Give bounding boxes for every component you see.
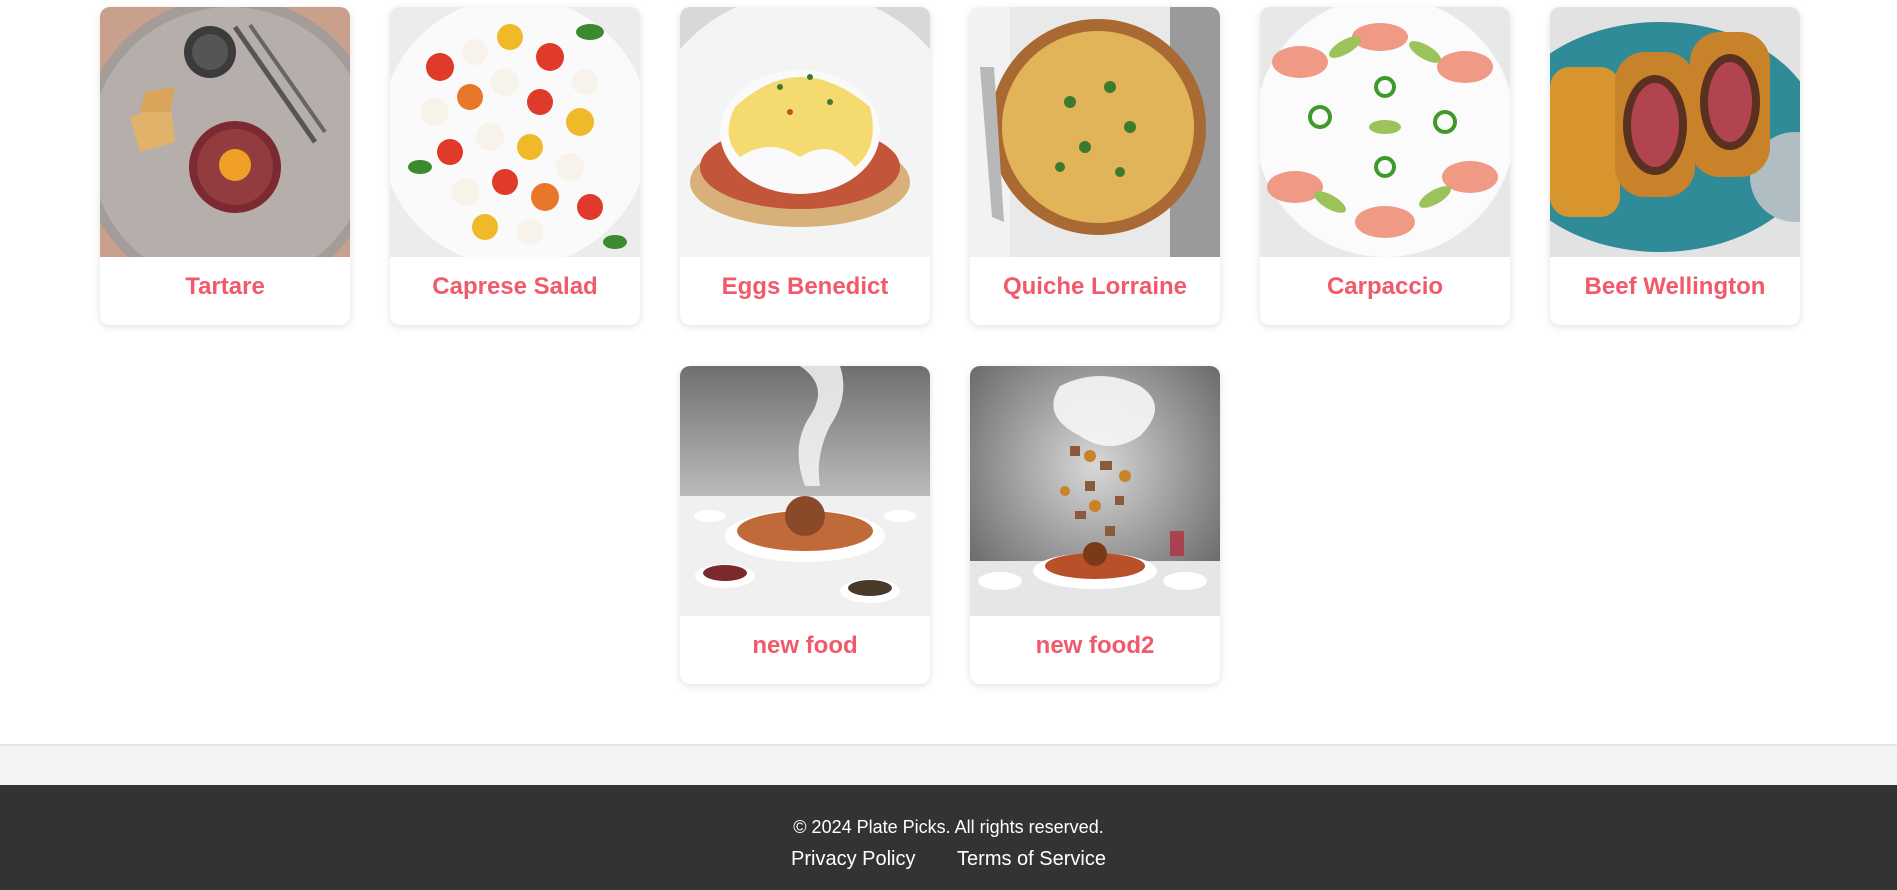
food-card-quiche-lorraine[interactable]: Quiche Lorraine — [970, 7, 1220, 325]
food-card-eggs-benedict[interactable]: Eggs Benedict — [680, 7, 930, 325]
page: Tartare Caprese Salad Eggs Benedict Quic… — [0, 0, 1897, 890]
pre-footer-band — [0, 746, 1897, 785]
food-card-title: Caprese Salad — [432, 273, 598, 300]
food-card-title: Eggs Benedict — [721, 273, 889, 300]
footer-links: Privacy Policy Terms of Service — [0, 847, 1897, 871]
food-card-tartare[interactable]: Tartare — [100, 7, 350, 325]
food-card-title: Quiche Lorraine — [1002, 273, 1188, 300]
food-card-title: new food — [752, 632, 858, 659]
food-card-title: Tartare — [185, 273, 265, 300]
food-card-caprese-salad[interactable]: Caprese Salad — [390, 7, 640, 325]
new-food-image — [680, 366, 930, 616]
terms-of-service-link[interactable]: Terms of Service — [957, 848, 1106, 870]
carpaccio-image — [1260, 7, 1510, 257]
site-footer: © 2024 Plate Picks. All rights reserved.… — [0, 785, 1897, 890]
tartare-image — [100, 7, 350, 257]
food-card-grid: Tartare Caprese Salad Eggs Benedict Quic… — [0, 0, 1897, 746]
food-card-title: Beef Wellington — [1584, 273, 1766, 300]
caprese-salad-image — [390, 7, 640, 257]
food-card-carpaccio[interactable]: Carpaccio — [1260, 7, 1510, 325]
eggs-benedict-image — [680, 7, 930, 257]
new-food2-image — [970, 366, 1220, 616]
food-card-title: Carpaccio — [1326, 273, 1444, 300]
food-card-title: new food2 — [1035, 632, 1155, 659]
quiche-lorraine-image — [970, 7, 1220, 257]
copyright-text: © 2024 Plate Picks. All rights reserved. — [793, 817, 1104, 837]
privacy-policy-link[interactable]: Privacy Policy — [791, 848, 915, 870]
food-card-new-food[interactable]: new food — [680, 366, 930, 684]
food-card-beef-wellington[interactable]: Beef Wellington — [1550, 7, 1800, 325]
food-card-new-food2[interactable]: new food2 — [970, 366, 1220, 684]
beef-wellington-image — [1550, 7, 1800, 257]
